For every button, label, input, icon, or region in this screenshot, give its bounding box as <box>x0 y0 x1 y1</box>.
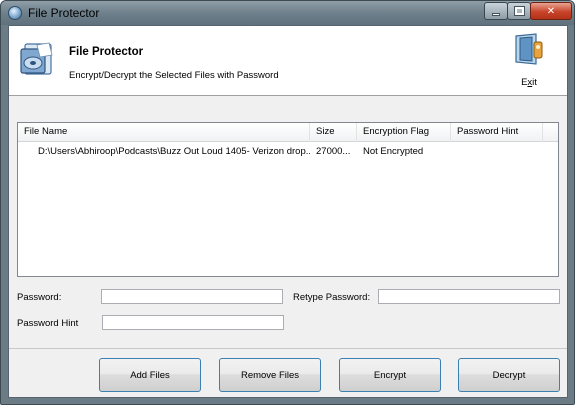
password-input[interactable] <box>101 289 283 304</box>
cell-file-name: D:\Users\Abhiroop\Podcasts\Buzz Out Loud… <box>38 146 310 157</box>
encrypt-button[interactable]: Encrypt <box>339 358 441 392</box>
title-bar[interactable]: File Protector ✕ <box>1 1 574 25</box>
header-title: File Protector <box>69 46 144 58</box>
button-bar: Add Files Remove Files Encrypt Decrypt <box>9 348 567 398</box>
app-window: File Protector ✕ File Protector Encrypt/… <box>0 0 575 405</box>
exit-label: Exit <box>509 77 549 88</box>
close-button[interactable]: ✕ <box>530 2 572 20</box>
remove-files-button[interactable]: Remove Files <box>219 358 321 392</box>
cell-password-hint <box>451 143 543 160</box>
decrypt-button[interactable]: Decrypt <box>458 358 560 392</box>
exit-label-suffix: it <box>532 77 537 88</box>
minimize-icon <box>492 12 500 16</box>
maximize-button[interactable] <box>507 2 531 20</box>
cell-encryption-flag: Not Encrypted <box>363 146 424 157</box>
column-header-encryption-flag[interactable]: Encryption Flag <box>357 123 451 142</box>
minimize-button[interactable] <box>484 2 508 20</box>
file-protector-logo-icon <box>20 42 53 75</box>
client-area: File Protector Encrypt/Decrypt the Selec… <box>8 25 568 398</box>
column-header-size[interactable]: Size <box>310 123 357 142</box>
cell-size: 27000... <box>316 146 351 157</box>
exit-button[interactable]: Exit <box>509 32 549 92</box>
window-title: File Protector <box>28 6 100 20</box>
retype-password-label: Retype Password: <box>293 292 371 303</box>
close-icon: ✕ <box>546 5 556 17</box>
file-list-header: File Name Size Encryption Flag Password … <box>18 123 558 142</box>
password-hint-input[interactable] <box>102 315 284 330</box>
column-header-filler <box>543 123 558 142</box>
maximize-icon <box>513 6 525 16</box>
column-header-password-hint[interactable]: Password Hint <box>451 123 543 142</box>
password-label: Password: <box>17 292 62 303</box>
exit-door-icon <box>515 33 543 65</box>
column-header-file-name[interactable]: File Name <box>18 123 310 142</box>
header-subtitle: Encrypt/Decrypt the Selected Files with … <box>69 70 279 81</box>
header-banner: File Protector Encrypt/Decrypt the Selec… <box>9 26 567 96</box>
retype-password-input[interactable] <box>378 289 560 304</box>
add-files-button[interactable]: Add Files <box>99 358 201 392</box>
file-list-view[interactable]: File Name Size Encryption Flag Password … <box>17 122 559 277</box>
table-row[interactable]: D:\Users\Abhiroop\Podcasts\Buzz Out Loud… <box>18 143 558 160</box>
password-hint-label: Password Hint <box>17 318 79 329</box>
app-icon[interactable] <box>8 6 22 20</box>
